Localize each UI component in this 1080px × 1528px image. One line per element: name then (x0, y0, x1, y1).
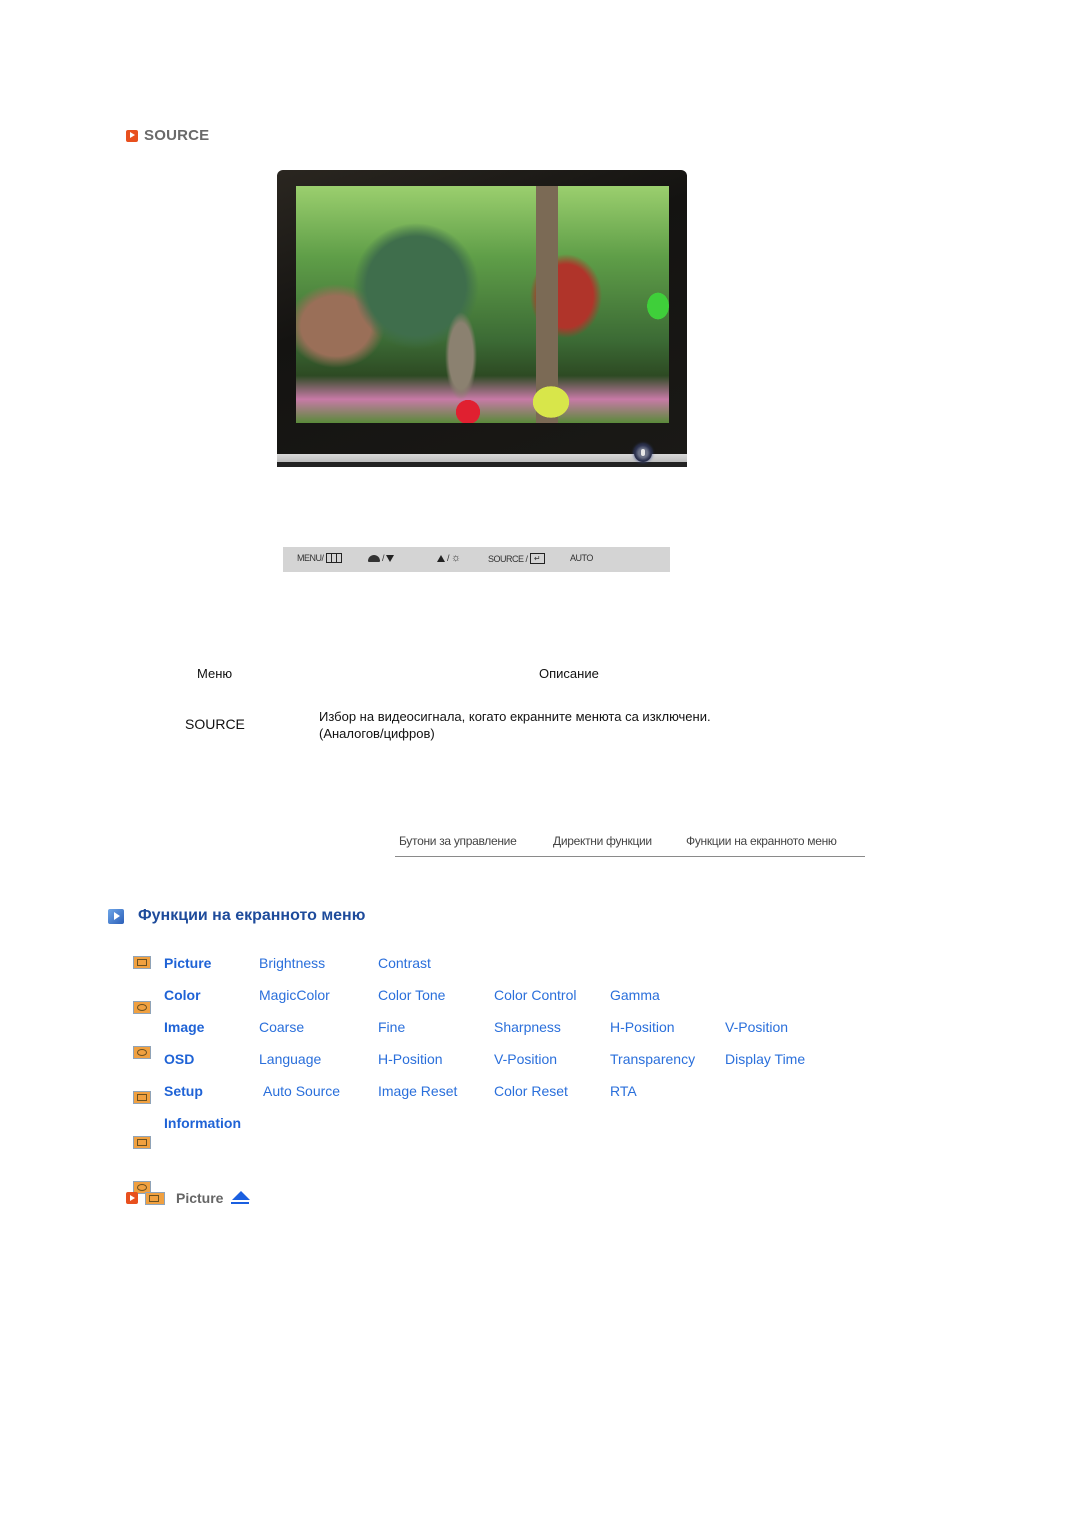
control-source: SOURCE / ↵ (488, 553, 545, 564)
triangle-up-icon (437, 554, 445, 562)
tab-control-buttons[interactable]: Бутони за управление (399, 834, 517, 848)
table-cell-menu: SOURCE (185, 716, 245, 732)
monitor-bezel (277, 170, 687, 458)
monitor-chin (277, 454, 687, 462)
link-color-tone[interactable]: Color Tone (378, 987, 445, 1003)
monitor-illustration (277, 170, 687, 468)
category-information[interactable]: Information (164, 1115, 241, 1131)
image-icon (133, 1046, 151, 1059)
link-sharpness[interactable]: Sharpness (494, 1019, 561, 1035)
link-gamma[interactable]: Gamma (610, 987, 660, 1003)
control-source-label: SOURCE / (488, 553, 528, 564)
link-fine[interactable]: Fine (378, 1019, 405, 1035)
brightness-sun-icon: ☼ (451, 552, 461, 564)
control-menu: MENU/ (297, 553, 342, 563)
table-header-menu: Меню (197, 666, 233, 681)
control-auto: AUTO (570, 553, 593, 563)
description-line-2: (Аналогов/цифров) (319, 726, 435, 741)
link-osd-h-position[interactable]: H-Position (378, 1051, 443, 1067)
link-image-reset[interactable]: Image Reset (378, 1083, 457, 1099)
orange-play-icon (126, 129, 138, 142)
picture-section-label: Picture (176, 1190, 224, 1206)
tab-osd-functions[interactable]: Функции на екранното меню (686, 834, 837, 848)
color-icon (133, 1001, 151, 1014)
back-to-top-icon[interactable] (230, 1190, 251, 1204)
control-magicbright: / (368, 553, 395, 563)
category-image[interactable]: Image (164, 1019, 204, 1035)
picture-icon (145, 1191, 165, 1205)
link-display-time[interactable]: Display Time (725, 1051, 805, 1067)
osd-icon (133, 1091, 151, 1104)
section-header: SOURCE (126, 127, 209, 144)
link-contrast[interactable]: Contrast (378, 955, 431, 971)
link-rta[interactable]: RTA (610, 1083, 637, 1099)
link-image-h-position[interactable]: H-Position (610, 1019, 675, 1035)
power-button-icon (634, 444, 652, 462)
picture-section-header: Picture (126, 1190, 251, 1206)
link-auto-source[interactable]: Auto Source (263, 1083, 340, 1099)
setup-icon (133, 1136, 151, 1149)
triangle-down-icon (386, 554, 395, 562)
table-header-description: Описание (539, 666, 599, 681)
control-brightness: / ☼ (437, 552, 461, 564)
osd-title: Функции на екранното меню (138, 907, 366, 924)
control-separator: / (382, 553, 385, 563)
monitor-base (277, 462, 687, 467)
link-coarse[interactable]: Coarse (259, 1019, 304, 1035)
link-language[interactable]: Language (259, 1051, 321, 1067)
category-setup[interactable]: Setup (164, 1083, 203, 1099)
blue-play-icon (108, 908, 124, 924)
link-color-reset[interactable]: Color Reset (494, 1083, 568, 1099)
enter-icon: ↵ (529, 553, 545, 564)
monitor-screen-image (296, 186, 669, 423)
table-cell-description: Избор на видеосигнала, когато екранните … (319, 708, 799, 742)
category-picture[interactable]: Picture (164, 955, 211, 971)
orange-play-icon (126, 1192, 138, 1204)
description-line-1: Избор на видеосигнала, когато екранните … (319, 709, 711, 724)
link-color-control[interactable]: Color Control (494, 987, 576, 1003)
link-magiccolor[interactable]: MagicColor (259, 987, 330, 1003)
tab-direct-functions[interactable]: Директни функции (553, 834, 652, 848)
picture-icon (133, 956, 151, 969)
control-menu-label: MENU/ (297, 553, 324, 563)
control-separator: / (447, 553, 450, 563)
control-button-bar: MENU/ / / ☼ SOURCE / ↵ AUTO (283, 547, 670, 572)
link-transparency[interactable]: Transparency (610, 1051, 695, 1067)
link-brightness[interactable]: Brightness (259, 955, 325, 971)
category-color[interactable]: Color (164, 987, 201, 1003)
section-nav-tabs: Бутони за управление Директни функции Фу… (395, 832, 865, 857)
osd-section-heading: Функции на екранното меню (108, 907, 365, 925)
magicbright-icon (368, 554, 380, 562)
section-title: SOURCE (144, 127, 210, 144)
link-osd-v-position[interactable]: V-Position (494, 1051, 557, 1067)
menu-grid-icon (325, 553, 342, 563)
link-image-v-position[interactable]: V-Position (725, 1019, 788, 1035)
category-osd[interactable]: OSD (164, 1051, 194, 1067)
control-auto-label: AUTO (570, 553, 593, 563)
